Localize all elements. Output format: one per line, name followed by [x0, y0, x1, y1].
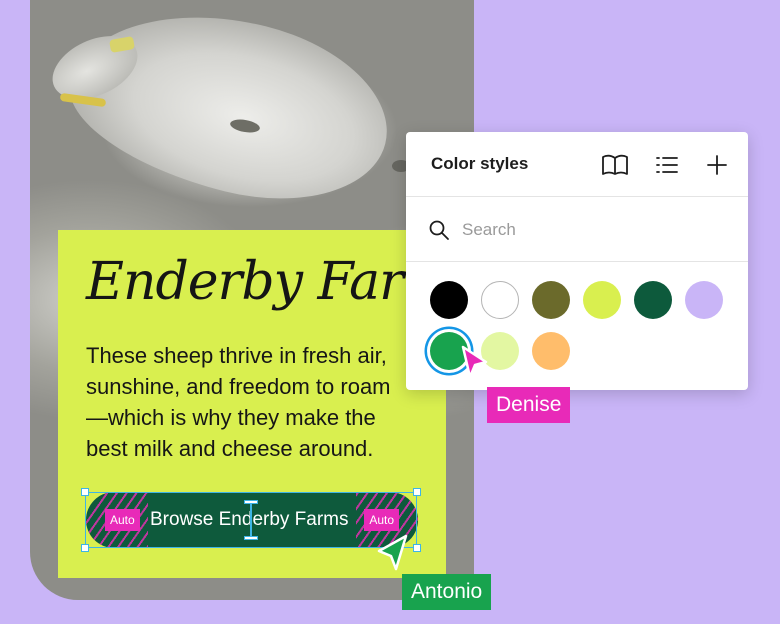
plus-icon[interactable]: [702, 150, 732, 180]
denise-cursor-icon: [461, 345, 488, 379]
resize-handle-top-right[interactable]: [413, 488, 421, 496]
resize-handle-bottom-left[interactable]: [81, 544, 89, 552]
resize-handle-bottom-right[interactable]: [413, 544, 421, 552]
panel-header: Color styles: [406, 132, 748, 197]
search-placeholder: Search: [462, 220, 516, 239]
color-swatch[interactable]: [430, 281, 468, 319]
hero-description-line: sunshine, and freedom to roam: [86, 374, 391, 399]
color-swatch[interactable]: [532, 332, 570, 370]
color-swatch[interactable]: [685, 281, 723, 319]
hero-description: These sheep thrive in fresh air, sunshin…: [86, 340, 416, 464]
hero-description-line: These sheep thrive in fresh air,: [86, 343, 387, 368]
book-icon[interactable]: [600, 150, 630, 180]
color-swatch[interactable]: [532, 281, 570, 319]
collaborator-tag-antonio: Antonio: [402, 574, 492, 610]
padding-guide: [250, 504, 252, 536]
sheep-head: [54, 0, 406, 227]
color-swatch[interactable]: [634, 281, 672, 319]
resize-handle-top-left[interactable]: [81, 488, 89, 496]
list-view-icon[interactable]: [652, 150, 682, 180]
color-swatch[interactable]: [583, 281, 621, 319]
search-icon: [429, 220, 449, 240]
padding-handle-bottom[interactable]: [244, 536, 258, 540]
hero-description-line: best milk and cheese around.: [86, 436, 374, 461]
antonio-cursor-icon: [377, 534, 408, 571]
hero-description-line: —which is why they make the: [86, 405, 376, 430]
color-styles-panel: Color styles Search: [406, 132, 748, 390]
panel-title: Color styles: [431, 154, 529, 173]
search-field[interactable]: Search: [406, 197, 748, 262]
collaborator-tag-denise: Denise: [487, 387, 571, 423]
color-swatch[interactable]: [481, 281, 519, 319]
